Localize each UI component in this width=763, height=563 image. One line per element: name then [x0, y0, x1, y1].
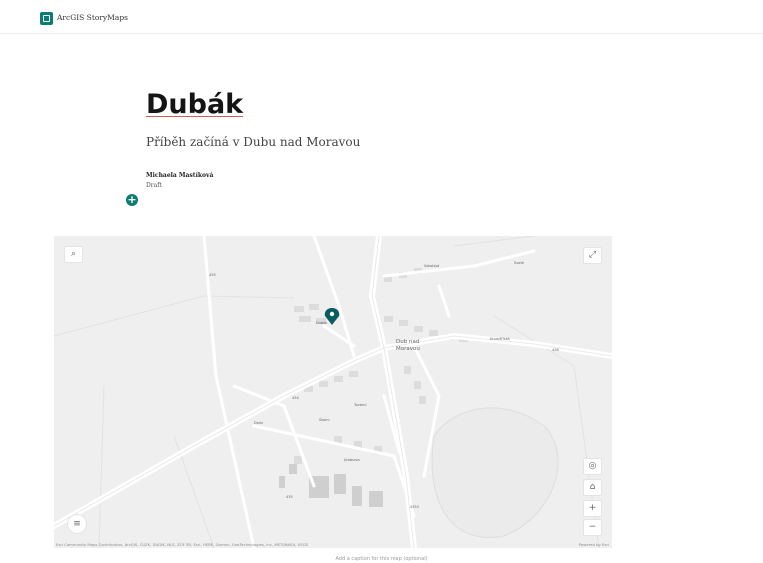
storymaps-logo-icon[interactable] — [40, 12, 53, 25]
basemap[interactable]: Dub nad Moravou Kroměříská Sokolská Svat… — [54, 236, 612, 548]
add-block-button[interactable]: + — [126, 194, 138, 206]
svg-text:435: 435 — [286, 495, 293, 499]
powered-by-esri[interactable]: Powered by Esri — [579, 542, 609, 547]
town-label-line2: Moravou — [396, 346, 420, 352]
zoom-out-button[interactable]: − — [583, 519, 602, 536]
svg-text:Sokolská: Sokolská — [424, 264, 439, 268]
svg-text:Jiráskova: Jiráskova — [343, 458, 360, 462]
author-name: Michaela Mastíková — [146, 172, 214, 179]
story-title[interactable]: Dubák — [146, 89, 243, 120]
draft-status: Draft — [146, 182, 162, 189]
svg-text:Tovární: Tovární — [353, 403, 367, 407]
svg-text:Školní: Školní — [319, 417, 330, 422]
search-icon[interactable]: ⌕ — [64, 246, 83, 263]
map-caption-placeholder[interactable]: Add a caption for this map (optional) — [0, 556, 763, 562]
app-name[interactable]: ArcGIS StoryMaps — [57, 13, 128, 22]
town-label-line1: Dub nad — [396, 339, 419, 345]
svg-text:Dubák: Dubák — [316, 321, 328, 325]
svg-text:Svaté: Svaté — [514, 261, 524, 265]
app-header: ArcGIS StoryMaps — [0, 0, 763, 34]
svg-text:Dolní: Dolní — [254, 421, 264, 425]
home-icon[interactable]: ⌂ — [583, 479, 602, 496]
zoom-in-button[interactable]: + — [583, 500, 602, 517]
svg-text:436: 436 — [552, 348, 559, 352]
map-attribution: Esri Community Maps Contributors, ArcGIS… — [56, 542, 309, 547]
expand-icon[interactable]: ⤢ — [583, 247, 602, 264]
story-subtitle[interactable]: Příběh začíná v Dubu nad Moravou — [146, 135, 360, 149]
svg-text:Kroměříská: Kroměříská — [490, 337, 510, 341]
map-block[interactable]: Dub nad Moravou Kroměříská Sokolská Svat… — [54, 236, 612, 548]
svg-text:435: 435 — [209, 273, 216, 277]
svg-text:4353: 4353 — [410, 505, 419, 509]
legend-icon[interactable]: ≡ — [67, 514, 87, 534]
locate-icon[interactable]: ◎ — [583, 458, 602, 475]
svg-text:434: 434 — [292, 396, 299, 400]
